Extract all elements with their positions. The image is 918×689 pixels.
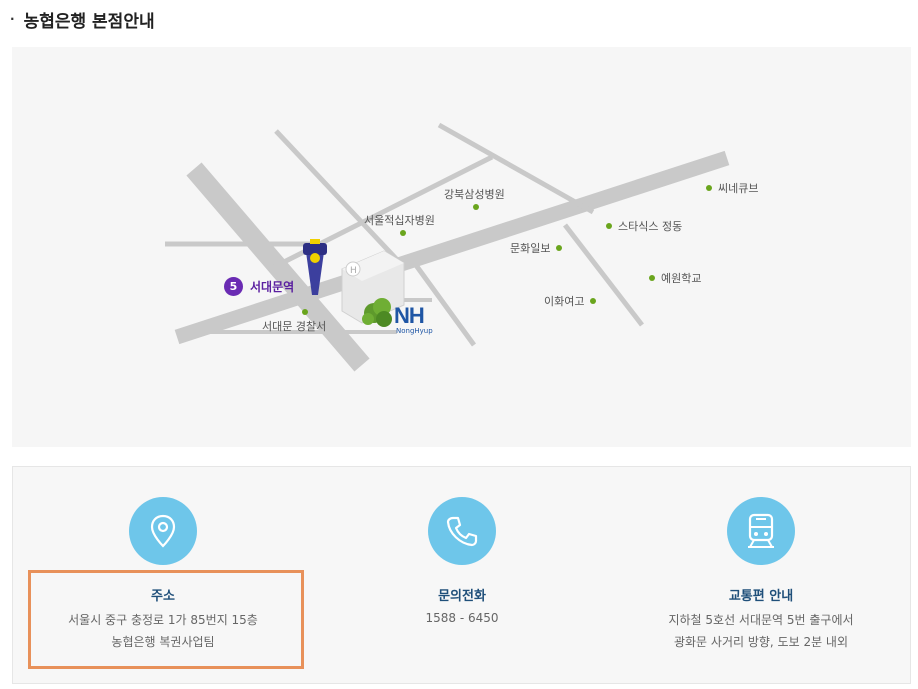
nh-logo-mark: NH xyxy=(394,303,425,328)
phone-section: 문의전화 1588 - 6450 xyxy=(312,467,612,683)
landmark-label: 스타식스 정동 xyxy=(618,220,683,233)
phone-icon xyxy=(428,497,496,565)
landmark-dot xyxy=(302,309,308,315)
landmark-label: 문화일보 xyxy=(510,242,551,255)
transit-line-1: 지하철 5호선 서대문역 5번 출구에서 xyxy=(668,613,854,627)
station-name: 서대문역 xyxy=(250,280,295,294)
landmark-label: 씨네큐브 xyxy=(718,182,759,195)
transit-heading: 교통편 안내 xyxy=(728,589,794,604)
landmark-dot xyxy=(706,185,712,191)
svg-text:H: H xyxy=(350,266,357,276)
landmark-dot xyxy=(649,275,655,281)
nh-logo-subtext: NongHyup xyxy=(396,327,433,335)
landmark-label: 서대문 경찰서 xyxy=(262,320,327,333)
transit-section: 교통편 안내 지하철 5호선 서대문역 5번 출구에서 광화문 사거리 방향, … xyxy=(611,467,911,683)
location-pin-icon xyxy=(129,497,197,565)
landmark-police: 서대문 경찰서 xyxy=(262,318,326,334)
landmark-dot xyxy=(400,230,406,236)
page-title-text: 농협은행 본점안내 xyxy=(23,11,155,32)
landmark-label: 이화여고 xyxy=(544,295,585,308)
landmark-label: 서울적십자병원 xyxy=(364,214,435,227)
nh-nonghyup-logo: NH NongHyup xyxy=(394,303,433,336)
subway-line-5-icon: 5 xyxy=(224,277,243,296)
landmark-dot xyxy=(606,223,612,229)
location-map: H 5 서대문역 강북삼성병원 서울적십자병원 문화일보 서대문 경찰서 이화여… xyxy=(12,47,911,447)
landmark-dot xyxy=(556,245,563,251)
page-title: · 농협은행 본점안내 xyxy=(10,6,155,32)
train-icon xyxy=(727,497,795,565)
address-highlight-box xyxy=(28,570,304,669)
landmark-ewha: 이화여고 xyxy=(544,293,597,309)
landmark-dot xyxy=(590,298,597,304)
transit-line-2: 광화문 사거리 방향, 도보 2분 내외 xyxy=(673,635,849,649)
landmark-cinecube: 씨네큐브 xyxy=(706,180,758,196)
phone-heading: 문의전화 xyxy=(438,589,486,604)
landmark-dot xyxy=(473,204,479,210)
station-badge: 5 서대문역 xyxy=(224,277,294,296)
landmark-yewon: 예원학교 xyxy=(649,270,701,286)
landmark-munhwa: 문화일보 xyxy=(510,240,563,256)
landmark-label: 예원학교 xyxy=(661,272,702,285)
map-roads: H xyxy=(165,122,730,372)
landmark-redcross: 서울적십자병원 xyxy=(364,212,435,228)
landmark-kangbuk: 강북삼성병원 xyxy=(444,186,505,202)
landmark-label: 강북삼성병원 xyxy=(444,188,505,201)
title-bullet: · xyxy=(10,12,15,26)
landmark-statics: 스타식스 정동 xyxy=(606,218,682,234)
phone-number[interactable]: 1588 - 6450 xyxy=(312,611,612,625)
